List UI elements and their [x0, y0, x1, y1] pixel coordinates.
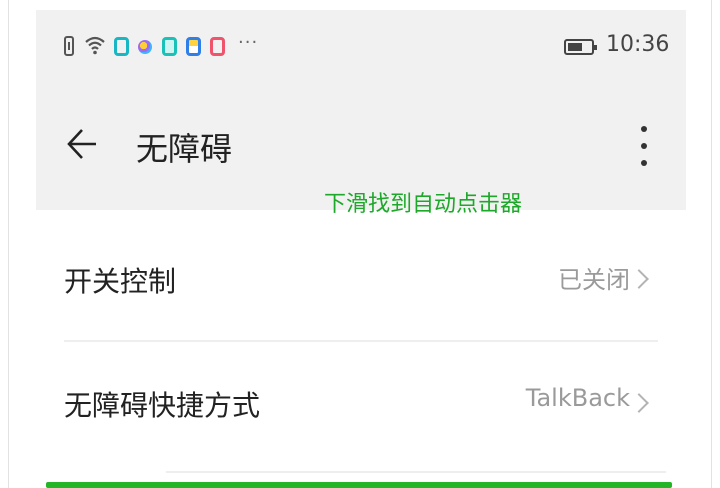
settings-item-label: 无障碍快捷方式	[64, 389, 261, 422]
status-time: 10:36	[606, 32, 670, 57]
app-notification-icon	[210, 37, 225, 56]
page-title: 无障碍	[136, 130, 233, 168]
more-notifications-indicator: ···	[238, 32, 259, 53]
list-divider	[166, 471, 666, 473]
settings-item-value: 已关闭	[558, 266, 630, 294]
list-divider	[64, 340, 658, 342]
back-button[interactable]	[64, 124, 104, 164]
settings-item-label: 开关控制	[64, 265, 177, 298]
wifi-icon	[85, 36, 105, 55]
arrow-left-icon	[67, 129, 96, 159]
battery-icon	[564, 39, 597, 55]
app-notification-icon	[114, 37, 129, 56]
app-notification-icon	[186, 37, 201, 56]
more-options-button[interactable]	[634, 122, 654, 172]
title-bar: 无障碍	[36, 118, 686, 178]
chevron-right-icon	[629, 269, 649, 289]
settings-item-switch-access[interactable]: 开关控制 已关闭	[36, 216, 686, 340]
status-bar: ··· 10:36	[36, 30, 686, 70]
sim-icon	[64, 36, 74, 56]
settings-item-accessibility-shortcut[interactable]: 无障碍快捷方式 TalkBack	[36, 344, 686, 468]
chevron-right-icon	[629, 393, 649, 413]
swipe-hint-text: 下滑找到自动点击器	[324, 192, 523, 217]
app-notification-icon	[162, 37, 177, 56]
highlight-box-edge	[46, 482, 672, 488]
app-notification-icon	[138, 40, 152, 54]
settings-item-value: TalkBack	[525, 384, 630, 412]
